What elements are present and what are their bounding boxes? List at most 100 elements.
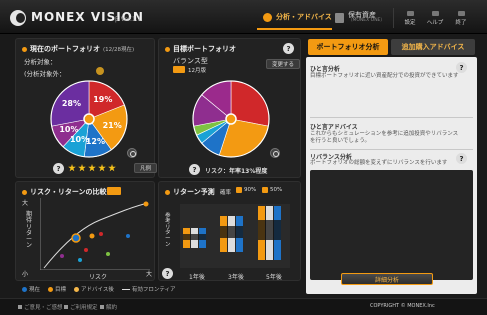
scatter-point — [106, 252, 110, 256]
target-portfolio-title: 目標ポートフォリオ — [165, 44, 236, 54]
section-rebalance-text: ポートフォリオの総額を変えずにリバランスを行います — [310, 160, 448, 166]
help-question-icon[interactable]: ? — [283, 43, 294, 54]
link-bullet-icon — [100, 305, 104, 309]
tab-holdings[interactable]: 保有資産 （MONEX ONE） — [335, 7, 395, 29]
help-question-icon[interactable]: ? — [162, 268, 173, 279]
legend-target: 目標 — [48, 285, 66, 293]
settings-button[interactable]: 設定 — [398, 10, 422, 26]
current-portfolio-title: 現在のポートフォリオ (12/28現在) — [22, 44, 134, 54]
exit-icon — [457, 11, 465, 16]
help-button[interactable]: ヘルプ — [423, 10, 447, 26]
zoom-icon[interactable] — [270, 148, 280, 158]
calendar-icon — [107, 187, 121, 195]
scatter-point — [99, 232, 103, 236]
legend-advice: アドバイス後 — [74, 285, 114, 293]
pie-center-marker — [225, 113, 237, 125]
bullet-icon — [22, 189, 27, 195]
forecast-band — [258, 220, 281, 240]
rating-stars — [68, 164, 116, 172]
current-portfolio-title-text: 現在のポートフォリオ — [30, 45, 100, 53]
period-5y: 5年後 — [266, 274, 282, 281]
divider — [310, 117, 473, 118]
risk-return-panel: リスク・リターンの比較 大 小 大 期待リターン リスク — [15, 181, 155, 281]
cancel-link[interactable]: 解約 — [100, 303, 117, 311]
portfolio-month: 12月版 — [188, 68, 206, 74]
help-question-icon[interactable]: ? — [53, 163, 64, 174]
current-portfolio-date: (12/28現在) — [103, 47, 135, 53]
legend-button[interactable]: 凡例 — [134, 163, 158, 173]
probability-label: 確率 — [220, 190, 232, 196]
zoom-icon[interactable] — [127, 148, 137, 158]
target-portfolio-title-text: 目標ポートフォリオ — [173, 45, 236, 53]
holdings-icon — [335, 13, 344, 23]
target-portfolio-pie — [192, 80, 270, 158]
help-question-icon[interactable]: ? — [189, 164, 200, 175]
help-label: ヘルプ — [426, 20, 444, 26]
scatter-point — [60, 254, 64, 258]
detail-analysis-button[interactable]: 詳細分析 — [341, 273, 433, 285]
legend-frontier: 有効フロンティア — [121, 285, 176, 293]
y-axis-label: 期待リターン — [26, 211, 33, 250]
feedback-link[interactable]: ご意見・ご感想 — [18, 303, 63, 311]
section-advice-text: これからもシミュレーションを参考に追加投資やリバランスを行うと良いでしょう。 — [310, 131, 459, 145]
y-axis-high: 大 — [22, 200, 29, 207]
prob-90-checkbox[interactable]: 90% — [236, 187, 256, 193]
advice-panel: ひと言分析 ? 目標ポートフォリオに近い資産配分での投資ができています ひと言ア… — [306, 57, 477, 294]
app-window: MONEX VISION β Ver.1.1 分析・アドバイス 保有資産 （MO… — [0, 0, 487, 315]
legend-current: 現在 — [22, 285, 40, 293]
divider — [310, 149, 473, 150]
star-icon — [98, 164, 106, 172]
tab-holdings-sublabel: （MONEX ONE） — [348, 18, 385, 24]
copyright: COPYRIGHT © MONEX.Inc — [370, 303, 435, 309]
forecast-band — [220, 226, 243, 238]
checkbox-icon — [236, 187, 242, 193]
risk-return-title: リスク・リターンの比較 — [22, 187, 107, 197]
y-axis-low: 小 — [22, 271, 29, 278]
exit-label: 終了 — [455, 20, 467, 26]
scatter-point — [84, 248, 88, 252]
star-icon — [88, 164, 96, 172]
legend-dot — [74, 286, 80, 292]
portfolio-type: バランス型 — [173, 57, 208, 65]
current-portfolio-pie — [50, 80, 128, 158]
target-point — [89, 233, 95, 239]
link-bullet-icon — [18, 305, 22, 309]
current-portfolio-panel: 現在のポートフォリオ (12/28現在) 分析対象： (分析対象外： 19% 21… — [15, 38, 158, 178]
top-bar: MONEX VISION β Ver.1.1 分析・アドバイス 保有資産 （MO… — [0, 0, 487, 34]
efficient-frontier — [43, 202, 149, 269]
rebalance-chart-area — [310, 170, 473, 280]
pie-slice-label: 21% — [102, 120, 122, 130]
tab-purchase-advice[interactable]: 追加購入アドバイス — [391, 39, 475, 55]
calendar-icon — [173, 66, 185, 73]
prob-50-label: 50% — [270, 187, 283, 193]
pie-slice-label: 10% — [59, 125, 79, 135]
excluded-label: (分析対象外： — [24, 70, 66, 78]
period-3y: 3年後 — [228, 274, 244, 281]
help-icon — [431, 11, 439, 16]
prob-50-checkbox[interactable]: 50% — [262, 187, 282, 193]
help-question-icon[interactable]: ? — [456, 62, 467, 73]
star-icon — [78, 164, 86, 172]
current-point — [71, 233, 81, 243]
return-forecast-title: リターン予測 — [165, 187, 215, 197]
exit-button[interactable]: 終了 — [449, 10, 473, 26]
pie-slice-label: 28% — [61, 98, 81, 108]
risk-return-plot — [40, 198, 150, 270]
terms-link[interactable]: ご利用規定 — [64, 303, 98, 311]
y-axis-label: 参考リターン — [165, 213, 171, 248]
star-icon — [108, 164, 116, 172]
return-forecast-chart — [180, 204, 290, 268]
pie-center-marker — [83, 113, 95, 125]
x-axis-label: リスク — [89, 274, 108, 281]
scatter-point — [143, 201, 149, 207]
legend-dot — [48, 286, 54, 292]
star-icon — [68, 164, 76, 172]
tab-analysis-advice[interactable]: 分析・アドバイス — [257, 6, 332, 30]
tab-portfolio-analysis[interactable]: ポートフォリオ分析 — [308, 39, 388, 55]
return-forecast-title-text: リターン予測 — [173, 188, 215, 196]
bullet-icon — [22, 46, 27, 52]
change-button[interactable]: 変更する — [266, 59, 301, 69]
footer: ご意見・ご感想 ご利用規定 解約 COPYRIGHT © MONEX.Inc — [0, 298, 487, 315]
risk-return-legend: 現在 目標 アドバイス後 有効フロンティア — [22, 285, 176, 293]
tab-analysis-label: 分析・アドバイス — [276, 13, 332, 21]
